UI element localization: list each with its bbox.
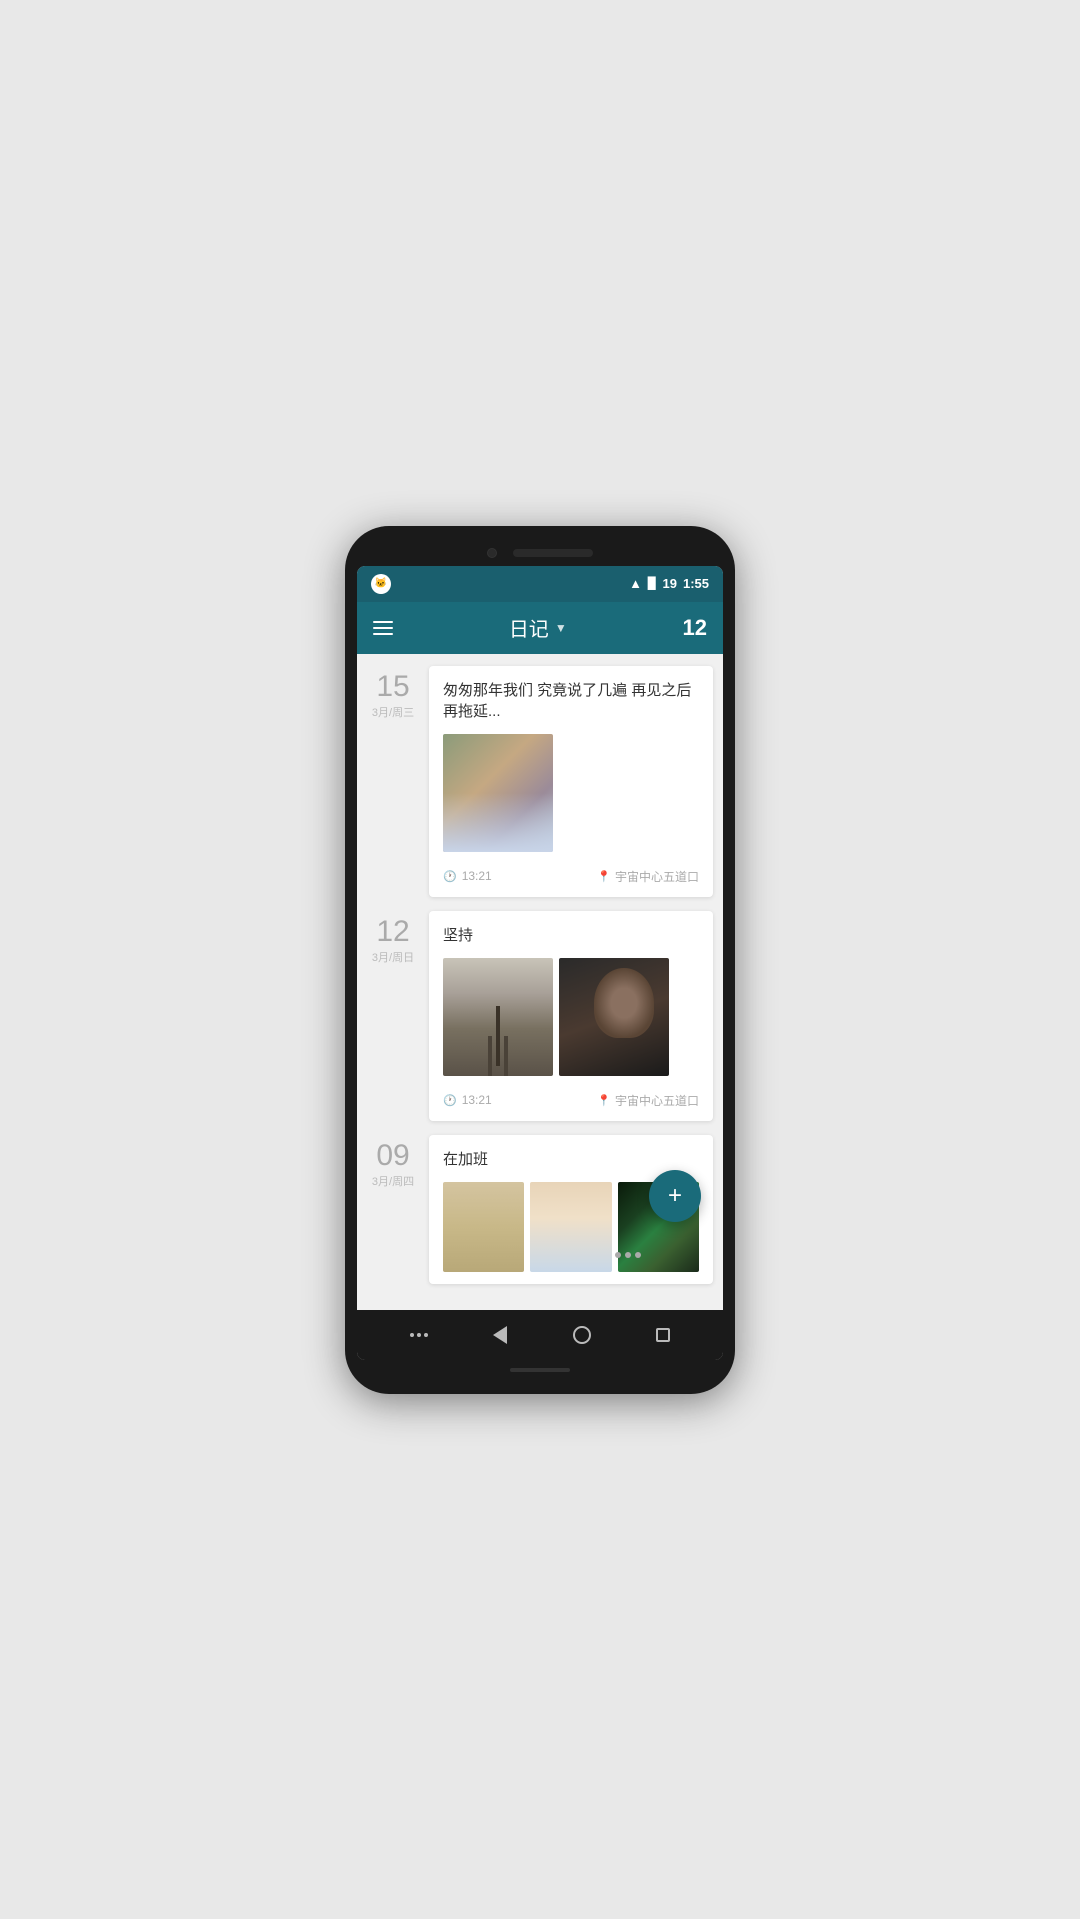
fab-add-button[interactable]: + xyxy=(649,1170,701,1222)
entries-count-badge: 12 xyxy=(683,615,707,641)
status-bar: 🐱 ▲ ▉ 19 1:55 xyxy=(357,566,723,602)
entry-location-1: 📍 宇宙中心五道口 xyxy=(597,868,699,885)
app-title-text: 日记 xyxy=(509,613,549,642)
battery-percent: 19 xyxy=(663,576,677,591)
dot-2 xyxy=(625,1252,631,1258)
entry-title-3: 在加班 xyxy=(443,1149,699,1170)
date-number-3: 09 xyxy=(367,1141,419,1171)
entry-footer-2: 🕐 13:21 📍 宇宙中心五道口 xyxy=(443,1088,699,1109)
date-column-1: 15 3月/周三 xyxy=(367,666,419,720)
date-label-2: 3月/周日 xyxy=(367,949,419,965)
hamburger-line-2 xyxy=(373,627,393,629)
entry-time-1: 🕐 13:21 xyxy=(443,869,492,883)
date-number-2: 12 xyxy=(367,917,419,947)
dropdown-arrow-icon: ▼ xyxy=(555,621,567,635)
entry-time-value-2: 13:21 xyxy=(462,1093,492,1107)
entry-row-2: 12 3月/周日 坚持 🕐 13:21 � xyxy=(367,911,713,1121)
pin-icon-2: 📍 xyxy=(597,1094,611,1107)
nav-menu-dots[interactable] xyxy=(410,1333,428,1337)
entry-card-2[interactable]: 坚持 🕐 13:21 📍 宇宙中心五道口 xyxy=(429,911,713,1121)
entry-time-value-1: 13:21 xyxy=(462,869,492,883)
nav-back-button[interactable] xyxy=(493,1326,507,1344)
fab-plus-icon: + xyxy=(668,1184,682,1208)
entry-footer-1: 🕐 13:21 📍 宇宙中心五道口 xyxy=(443,864,699,885)
date-number-1: 15 xyxy=(367,672,419,702)
entry-image-2-2 xyxy=(559,958,669,1076)
battery-indicator: ▉ xyxy=(648,577,656,590)
hamburger-menu[interactable] xyxy=(373,621,393,635)
hamburger-line-1 xyxy=(373,621,393,623)
recents-square-icon xyxy=(656,1328,670,1342)
date-label-3: 3月/周四 xyxy=(367,1173,419,1189)
clock-time: 1:55 xyxy=(683,576,709,591)
entry-time-2: 🕐 13:21 xyxy=(443,1093,492,1107)
entry-card-1[interactable]: 匆匆那年我们 究竟说了几遍 再见之后再拖延... 🕐 13:21 📍 宇宙中心五… xyxy=(429,666,713,897)
date-column-3: 09 3月/周四 xyxy=(367,1135,419,1189)
home-bar xyxy=(510,1368,570,1372)
cyanogen-icon: 🐱 xyxy=(371,574,391,594)
entry-images-2 xyxy=(443,958,699,1076)
home-circle-icon xyxy=(573,1326,591,1344)
pin-icon-1: 📍 xyxy=(597,870,611,883)
wifi-icon: ▲ xyxy=(629,576,642,591)
entry-images-1 xyxy=(443,734,699,852)
phone-top-bar xyxy=(357,544,723,566)
entry-image-1-1 xyxy=(443,734,553,852)
nav-recents-button[interactable] xyxy=(656,1328,670,1342)
back-triangle-icon xyxy=(493,1326,507,1344)
content-area: 15 3月/周三 匆匆那年我们 究竟说了几遍 再见之后再拖延... 🕐 13:2… xyxy=(357,654,723,1310)
phone-screen: 🐱 ▲ ▉ 19 1:55 日记 ▼ 12 xyxy=(357,566,723,1360)
dot-3 xyxy=(635,1252,641,1258)
app-bar: 日记 ▼ 12 xyxy=(357,602,723,654)
phone-bottom xyxy=(357,1360,723,1376)
status-right: ▲ ▉ 19 1:55 xyxy=(629,576,709,591)
more-images-dots xyxy=(615,1252,641,1258)
entry-image-3-1 xyxy=(443,1182,524,1272)
clock-icon-2: 🕐 xyxy=(443,1094,457,1107)
entry-row-1: 15 3月/周三 匆匆那年我们 究竟说了几遍 再见之后再拖延... 🕐 13:2… xyxy=(367,666,713,897)
hamburger-line-3 xyxy=(373,633,393,635)
entry-title-1: 匆匆那年我们 究竟说了几遍 再见之后再拖延... xyxy=(443,680,699,722)
date-column-2: 12 3月/周日 xyxy=(367,911,419,965)
entry-title-2: 坚持 xyxy=(443,925,699,946)
entry-image-3-2 xyxy=(530,1182,611,1272)
speaker xyxy=(513,549,593,557)
status-left: 🐱 xyxy=(371,574,391,594)
dot-1 xyxy=(615,1252,621,1258)
nav-home-button[interactable] xyxy=(573,1326,591,1344)
entry-image-2-1 xyxy=(443,958,553,1076)
date-label-1: 3月/周三 xyxy=(367,704,419,720)
nav-bar xyxy=(357,1310,723,1360)
entry-location-value-2: 宇宙中心五道口 xyxy=(615,1092,699,1109)
entry-location-2: 📍 宇宙中心五道口 xyxy=(597,1092,699,1109)
app-title-container[interactable]: 日记 ▼ xyxy=(509,613,567,642)
clock-icon-1: 🕐 xyxy=(443,870,457,883)
phone-device: 🐱 ▲ ▉ 19 1:55 日记 ▼ 12 xyxy=(345,526,735,1394)
entry-location-value-1: 宇宙中心五道口 xyxy=(615,868,699,885)
camera xyxy=(487,548,497,558)
